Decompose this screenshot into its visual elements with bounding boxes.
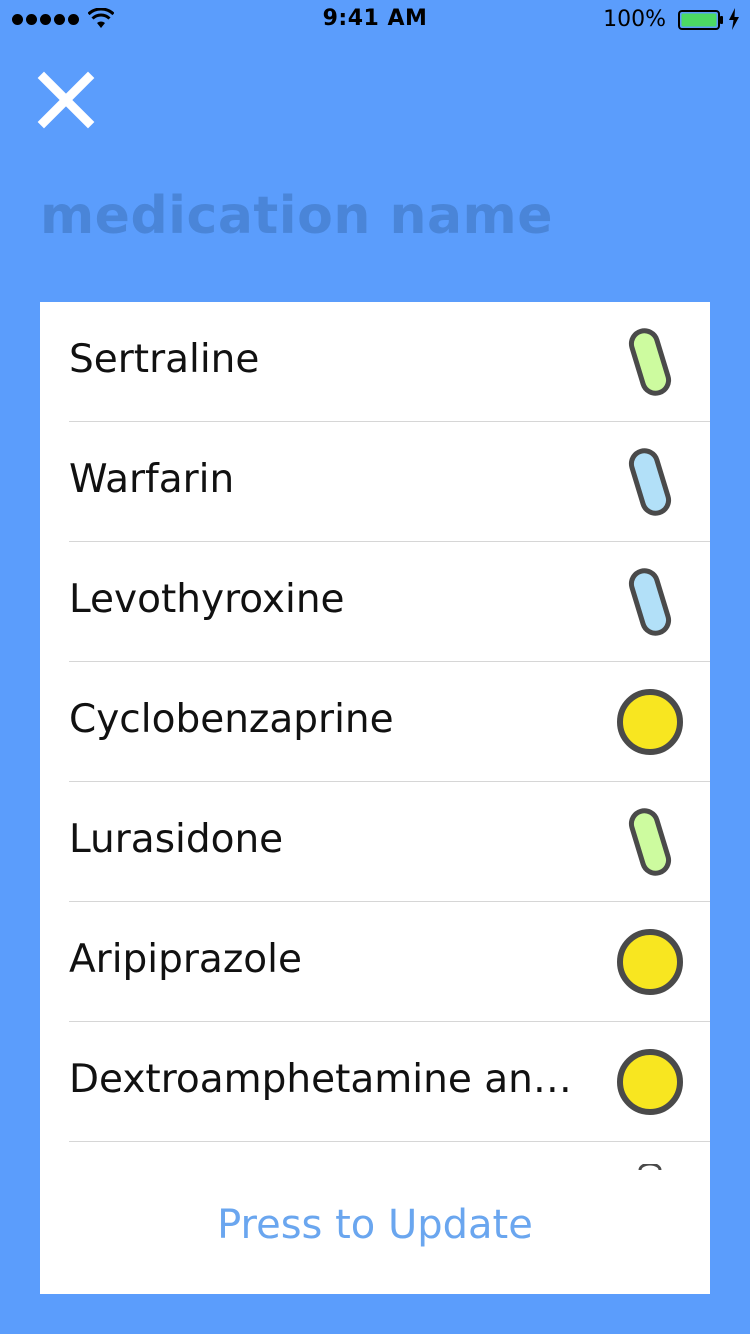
capsule-pill-icon [628, 808, 672, 876]
medication-name: Warfarin [69, 457, 235, 502]
capsule-pill-icon [628, 328, 672, 396]
medication-row[interactable]: Cyclobenzaprine [40, 662, 710, 782]
capsule-pill-icon [628, 448, 672, 516]
medication-row[interactable]: Sertraline [40, 302, 710, 422]
medication-row[interactable]: Lurasidone [40, 782, 710, 902]
charging-icon [729, 8, 739, 30]
round-pill-icon [617, 689, 683, 755]
medication-row[interactable]: Levothyroxine [40, 542, 710, 662]
medication-name: Levothyroxine [69, 577, 345, 622]
battery-icon [678, 10, 723, 30]
page-title: medication name [40, 186, 554, 246]
medication-list[interactable]: Sertraline Warfarin Levothyroxine Cyclobenz… [40, 302, 710, 1168]
medication-name: Aripiprazole [69, 937, 302, 982]
capsule-pill-icon [628, 568, 672, 636]
medication-row[interactable]: Aripiprazole [40, 902, 710, 1022]
update-button[interactable]: Press to Update [40, 1202, 710, 1248]
round-pill-icon [617, 929, 683, 995]
close-button[interactable] [36, 70, 96, 130]
medication-card: Sertraline Warfarin Levothyroxine Cyclobenz… [40, 302, 710, 1294]
round-pill-icon [617, 1049, 683, 1115]
medication-row[interactable]: Warfarin [40, 422, 710, 542]
partial-pill-icon [638, 1164, 662, 1170]
status-bar: 9:41 AM 100% [0, 0, 750, 40]
battery-percent: 100% [603, 7, 666, 32]
medication-name: Sertraline [69, 337, 260, 382]
medication-name: Dextroamphetamine an… [69, 1057, 572, 1102]
close-icon [37, 71, 95, 129]
medication-row[interactable]: Dextroamphetamine an… [40, 1022, 710, 1142]
medication-name: Lurasidone [69, 817, 284, 862]
medication-name: Cyclobenzaprine [69, 697, 394, 742]
